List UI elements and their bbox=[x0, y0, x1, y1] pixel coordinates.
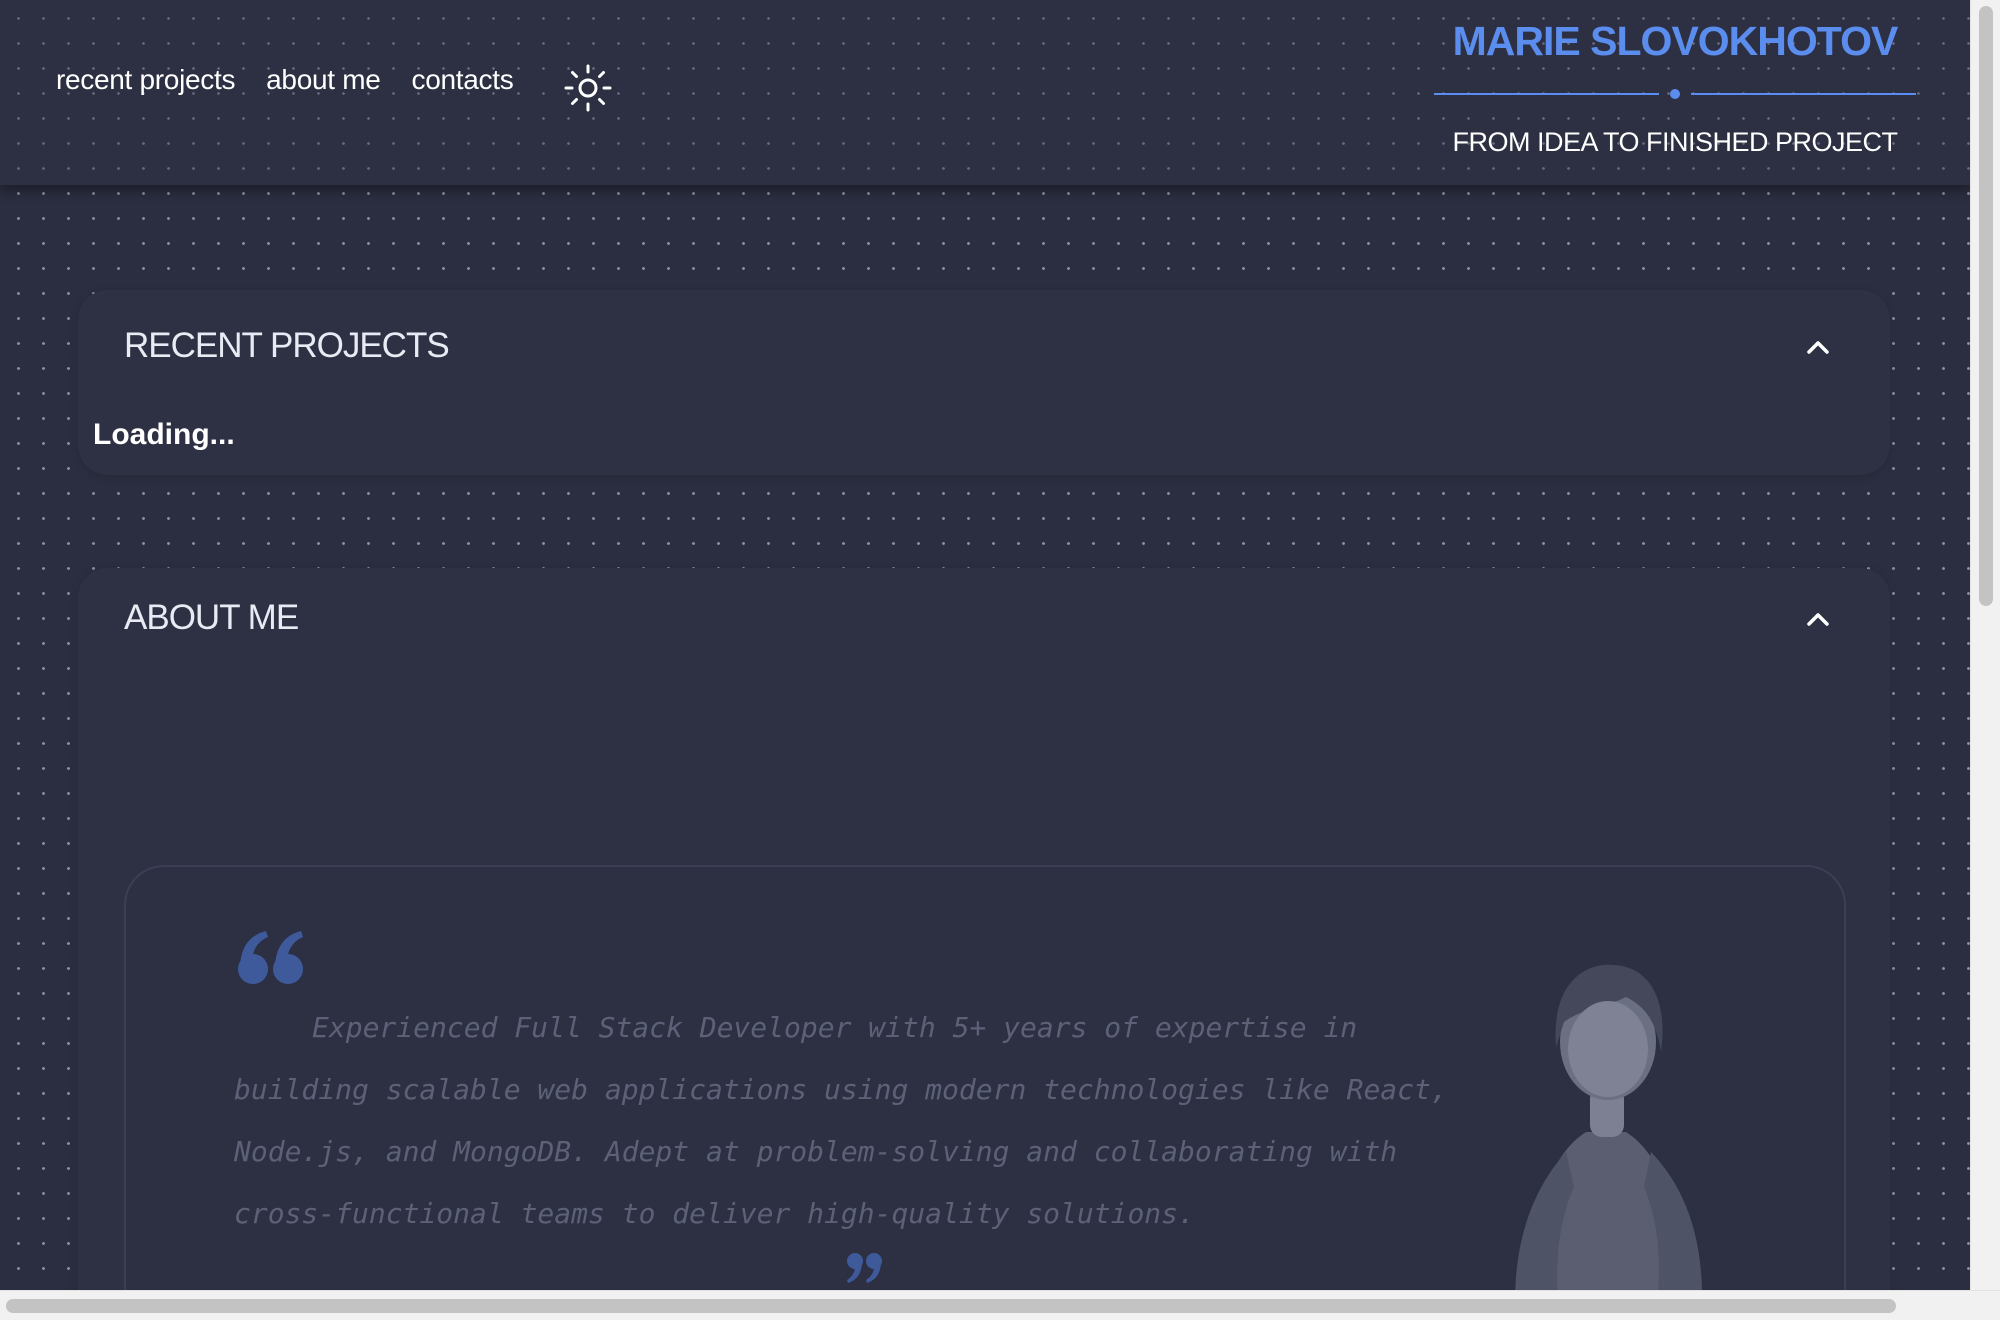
profile-photo bbox=[1456, 927, 1756, 1290]
brand-tagline: FROM IDEA TO FINISHED PROJECT bbox=[1452, 127, 1898, 157]
recent-projects-section: RECENT PROJECTS Loading... bbox=[78, 290, 1890, 475]
vertical-scrollbar-thumb[interactable] bbox=[1979, 6, 1993, 606]
brand-name[interactable]: MARIE SLOVOKHOTOV bbox=[1420, 18, 1930, 65]
chevron-up-icon[interactable] bbox=[1803, 606, 1833, 630]
site-header: recent projects about me contacts MARIE … bbox=[0, 0, 1970, 185]
open-quote-icon bbox=[236, 929, 308, 989]
divider-dot bbox=[1670, 89, 1680, 99]
about-me-section: ABOUT ME Experienced Full Stack Develope… bbox=[78, 568, 1890, 1290]
quote-card: Experienced Full Stack Developer with 5+… bbox=[124, 865, 1846, 1290]
section-title: ABOUT ME bbox=[124, 598, 299, 637]
page-viewport: recent projects about me contacts MARIE … bbox=[0, 0, 1970, 1290]
section-title: RECENT PROJECTS bbox=[124, 326, 450, 365]
horizontal-scrollbar-thumb[interactable] bbox=[6, 1299, 1896, 1313]
sun-icon[interactable] bbox=[562, 62, 614, 114]
divider-line-right bbox=[1691, 93, 1916, 95]
loading-status: Loading... bbox=[93, 418, 235, 451]
vertical-scrollbar[interactable] bbox=[1970, 0, 2000, 1290]
close-quote-icon bbox=[846, 1252, 884, 1284]
nav-link-contacts[interactable]: contacts bbox=[412, 64, 514, 96]
chevron-up-icon[interactable] bbox=[1803, 334, 1833, 358]
horizontal-scrollbar[interactable] bbox=[0, 1290, 2000, 1320]
brand-divider bbox=[1434, 87, 1916, 101]
nav-link-recent-projects[interactable]: recent projects bbox=[56, 64, 235, 96]
main-nav: recent projects about me contacts bbox=[56, 64, 544, 96]
nav-link-about-me[interactable]: about me bbox=[266, 64, 381, 96]
about-quote-text: Experienced Full Stack Developer with 5+… bbox=[234, 1011, 1448, 1230]
brand-block: MARIE SLOVOKHOTOV FROM IDEA TO FINISHED … bbox=[1420, 18, 1930, 158]
divider-line-left bbox=[1434, 93, 1659, 95]
